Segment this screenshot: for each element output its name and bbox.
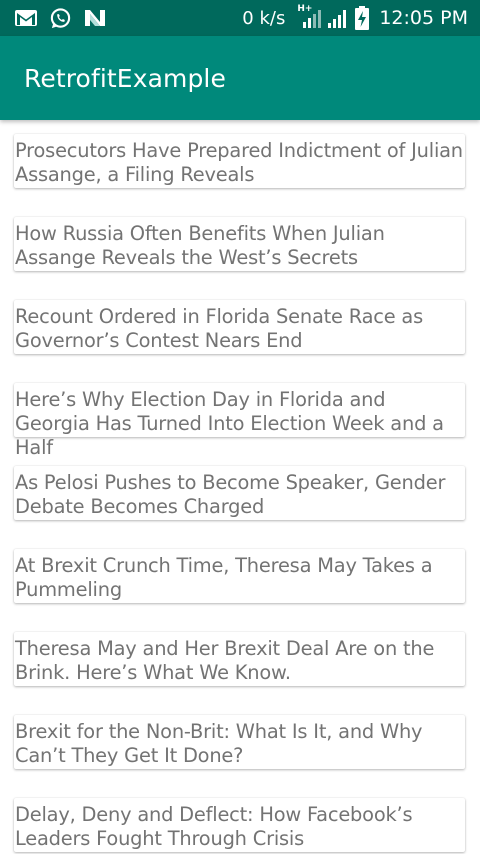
article-title: Brexit for the Non-Brit: What Is It, and… — [15, 720, 423, 767]
article-title: At Brexit Crunch Time, Theresa May Takes… — [15, 554, 433, 601]
whatsapp-icon — [49, 7, 72, 30]
article-title: Theresa May and Her Brexit Deal Are on t… — [15, 637, 435, 684]
system-indicators: 0 k/s H+ 12:05 PM — [242, 0, 480, 36]
article-list[interactable]: Prosecutors Have Prepared Indictment of … — [0, 120, 480, 854]
app-title: RetrofitExample — [24, 63, 226, 93]
gmail-icon — [14, 9, 38, 27]
article-title: As Pelosi Pushes to Become Speaker, Gend… — [15, 471, 446, 518]
app-bar: RetrofitExample — [0, 36, 480, 120]
article-title: How Russia Often Benefits When Julian As… — [15, 222, 385, 269]
article-title: Delay, Deny and Deflect: How Facebook’s … — [15, 803, 413, 850]
article-card[interactable]: Delay, Deny and Deflect: How Facebook’s … — [14, 798, 465, 852]
clock: 12:05 PM — [379, 7, 468, 29]
notification-icons — [0, 7, 107, 30]
article-card[interactable]: Recount Ordered in Florida Senate Race a… — [14, 300, 465, 354]
article-card[interactable]: Here’s Why Election Day in Florida and G… — [14, 383, 465, 459]
article-card[interactable]: Theresa May and Her Brexit Deal Are on t… — [14, 632, 465, 686]
status-bar: 0 k/s H+ 12:05 PM — [0, 0, 480, 36]
article-card[interactable]: As Pelosi Pushes to Become Speaker, Gend… — [14, 466, 465, 520]
article-card[interactable]: How Russia Often Benefits When Julian As… — [14, 217, 465, 271]
article-title: Recount Ordered in Florida Senate Race a… — [15, 305, 424, 352]
article-title: Prosecutors Have Prepared Indictment of … — [15, 139, 463, 186]
article-card[interactable]: Prosecutors Have Prepared Indictment of … — [14, 134, 465, 188]
article-card[interactable]: At Brexit Crunch Time, Theresa May Takes… — [14, 549, 465, 603]
hplus-signal-icon: H+ — [297, 4, 323, 30]
network-speed: 0 k/s — [242, 7, 286, 29]
article-card[interactable]: Brexit for the Non-Brit: What Is It, and… — [14, 715, 465, 769]
article-title: Here’s Why Election Day in Florida and G… — [15, 388, 444, 459]
battery-charging-icon — [355, 6, 370, 30]
n-notification-icon — [83, 8, 107, 28]
cell-signal-icon — [327, 7, 349, 29]
